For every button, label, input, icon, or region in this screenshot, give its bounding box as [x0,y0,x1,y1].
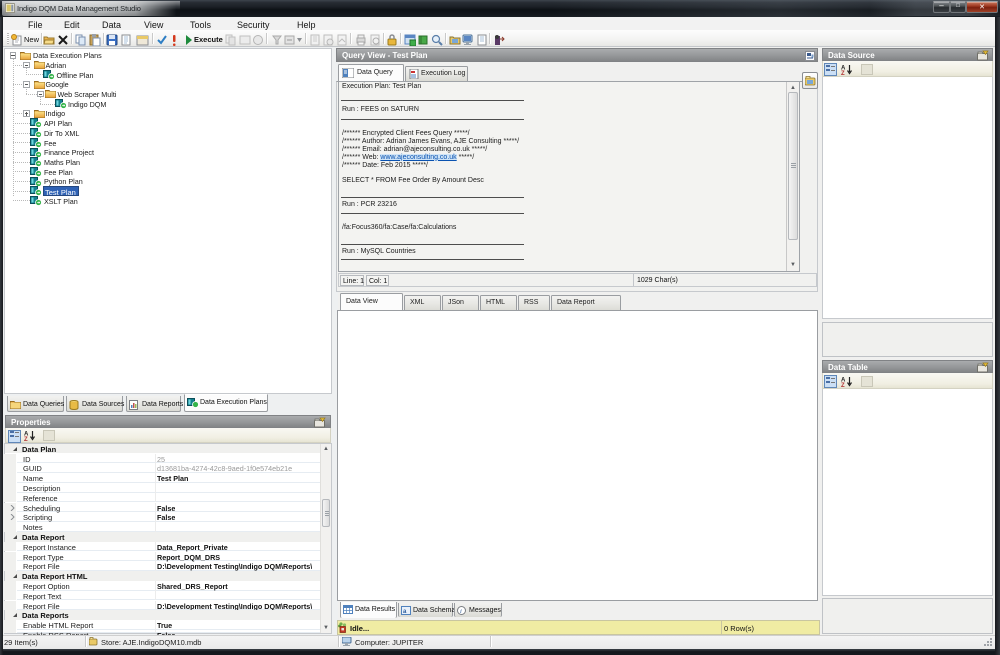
svg-text:i: i [460,608,462,615]
svg-text:Z: Z [24,437,28,441]
svg-text:Z: Z [841,383,845,387]
svg-text:Z: Z [841,71,845,75]
